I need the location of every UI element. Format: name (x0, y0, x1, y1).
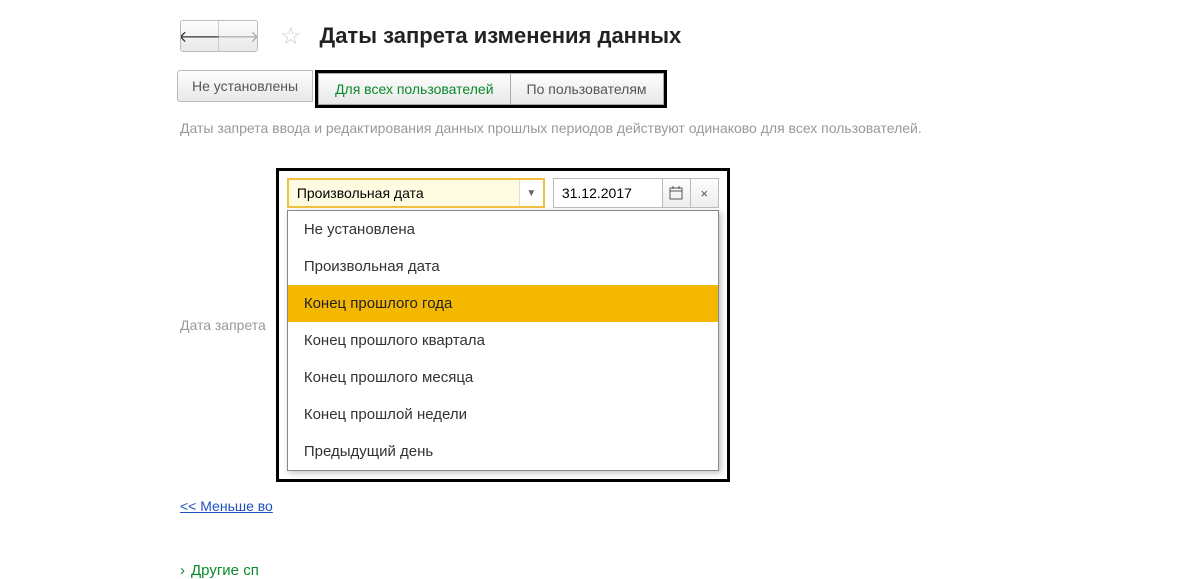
highlight-box: ▼ × Не установленаПроизвольная датаКонец… (276, 168, 730, 482)
field-label: Дата запрета (180, 317, 266, 333)
dropdown-item[interactable]: Произвольная дата (288, 248, 718, 285)
other-ways-toggle[interactable]: › Другие сп (180, 562, 1200, 579)
arrow-left-icon: 🡐 (180, 26, 221, 47)
dropdown-item[interactable]: Предыдущий день (288, 433, 718, 470)
dropdown-item[interactable]: Конец прошлого квартала (288, 322, 718, 359)
calendar-icon[interactable] (663, 178, 691, 208)
dropdown-item[interactable]: Конец прошлой недели (288, 396, 718, 433)
segment-not-set[interactable]: Не установлены (177, 70, 313, 102)
segmented-row: Не установлены Для всех пользователей По… (180, 70, 1200, 120)
date-mode-input[interactable] (289, 180, 519, 206)
field-row: Дата запрета ▼ × Не установленаПроизволь… (180, 168, 1200, 482)
segment-all-users[interactable]: Для всех пользователей (318, 73, 509, 105)
chevron-right-icon: › (180, 562, 185, 579)
dropdown-item[interactable]: Конец прошлого года (288, 285, 718, 322)
arrow-right-icon: 🡒 (217, 26, 258, 47)
dropdown-panel: Не установленаПроизвольная датаКонец про… (287, 210, 719, 471)
other-ways-label: Другие сп (191, 562, 259, 579)
date-group: × (553, 178, 719, 208)
header-row: 🡐 🡒 ☆ Даты запрета изменения данных (180, 20, 1200, 52)
dropdown-item[interactable]: Конец прошлого месяца (288, 359, 718, 396)
nav-forward-button[interactable]: 🡒 (219, 21, 257, 51)
less-options-link[interactable]: << Меньше во (180, 498, 273, 514)
clear-button[interactable]: × (691, 178, 719, 208)
nav-buttons: 🡐 🡒 (180, 20, 258, 52)
segmented-highlight-box: Для всех пользователей По пользователям (315, 70, 666, 108)
page-title: Даты запрета изменения данных (320, 23, 682, 49)
date-input[interactable] (553, 178, 663, 208)
dropdown-item[interactable]: Не установлена (288, 211, 718, 248)
segment-by-users[interactable]: По пользователям (510, 73, 664, 105)
info-text: Даты запрета ввода и редактирования данн… (180, 120, 1200, 136)
star-icon[interactable]: ☆ (280, 22, 302, 51)
nav-back-button[interactable]: 🡐 (181, 21, 219, 51)
chevron-down-icon[interactable]: ▼ (519, 180, 543, 206)
date-mode-combo[interactable]: ▼ (287, 178, 545, 208)
